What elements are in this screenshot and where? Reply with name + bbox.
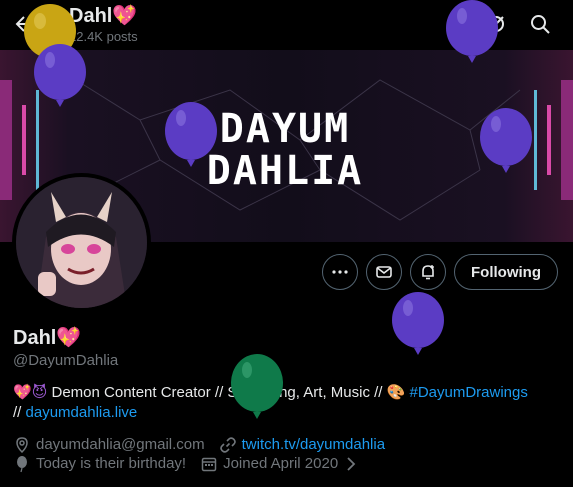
header-post-count: 12.4K posts [69,29,138,44]
location-pin-icon [16,437,28,454]
profile-meta-row-1: dayumdahlia@gmail.com twitch.tv/dayumdah… [13,435,385,455]
purple-balloon-icon [446,0,498,63]
bell-plus-icon [422,265,434,280]
heart-emoji-icon: 💖 [13,384,32,401]
birthday-text: Today is their birthday! [36,455,187,472]
profile-avatar[interactable] [12,173,151,312]
profile-meta-row-2: Today is their birthday! Joined April 20… [13,454,365,474]
bio-text: Demon Content Creator // Streaming, Art,… [47,384,387,401]
notifications-button[interactable] [410,254,446,290]
calendar-icon [201,457,217,472]
more-options-button[interactable] [322,254,358,290]
search-icon[interactable] [528,12,552,36]
bio-slashes: // [13,404,26,421]
green-balloon-icon [231,354,283,419]
heart-emoji-icon: 💖 [56,327,82,349]
header-display-name: Dahl💖 [69,5,138,27]
link-icon [219,437,236,453]
purple-balloon-icon [165,102,217,167]
avatar-illustration [16,177,147,308]
heart-emoji-icon: 💖 [112,5,138,27]
joined-date[interactable]: Joined April 2020 [223,454,338,474]
purple-balloon-icon [480,108,532,173]
profile-website-link[interactable]: twitch.tv/dayumdahlia [242,435,385,455]
following-button[interactable]: Following [454,254,558,290]
message-button[interactable] [366,254,402,290]
purple-balloon-icon [34,44,86,107]
devil-emoji-icon: 😈 [31,384,48,401]
bio-website-link[interactable]: dayumdahlia.live [26,404,138,421]
bio-hashtag-link[interactable]: #DayumDrawings [409,384,527,401]
envelope-icon [376,266,392,278]
purple-balloon-icon [392,292,444,355]
profile-email: dayumdahlia@gmail.com [36,436,205,453]
profile-handle: @DayumDahlia [13,352,119,369]
ellipsis-icon [332,270,348,274]
palette-emoji-icon: 🎨 [386,384,406,401]
chevron-right-icon[interactable] [342,455,360,473]
profile-bio: 💖😈 Demon Content Creator // Streaming, A… [13,383,563,423]
profile-display-name: Dahl💖 [13,327,82,349]
balloon-icon [17,456,27,473]
